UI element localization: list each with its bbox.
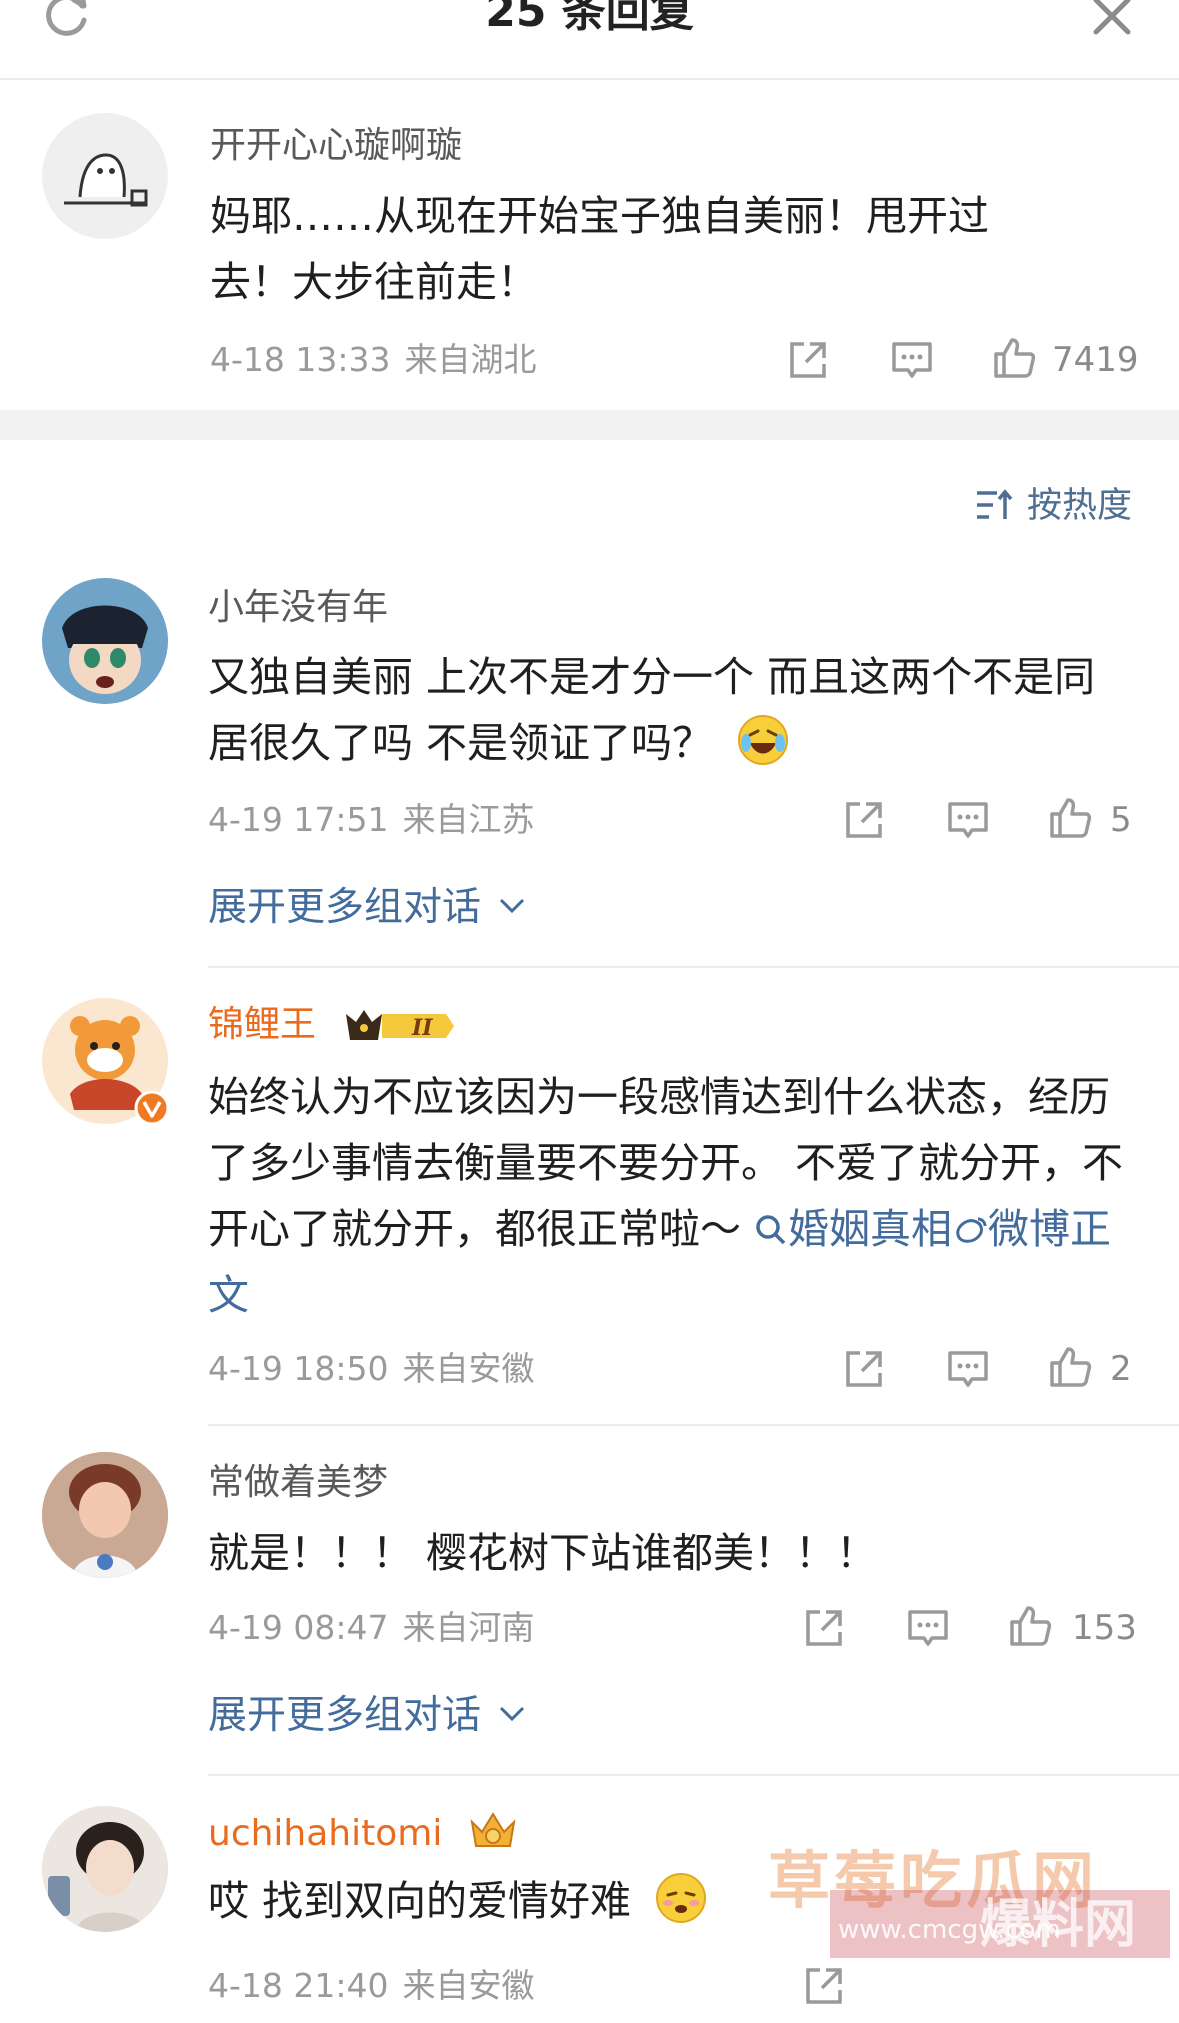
- expand-conversation-link[interactable]: 展开更多组对话: [208, 884, 527, 932]
- vip-level: II: [411, 1015, 433, 1041]
- share-icon[interactable]: [800, 1962, 848, 2010]
- like-count: 153: [1072, 1608, 1137, 1648]
- commenter-name[interactable]: 小年没有年: [208, 586, 388, 630]
- commenter-name[interactable]: uchihahitomi: [208, 1812, 442, 1856]
- share-icon[interactable]: [840, 1345, 888, 1393]
- topic-link[interactable]: 婚姻真相: [754, 1205, 952, 1253]
- comment-location: 来自江苏: [402, 800, 535, 839]
- comment-icon[interactable]: [944, 1345, 992, 1393]
- commenter-name[interactable]: 常做着美梦: [208, 1461, 388, 1505]
- commenter-name[interactable]: 开开心心璇啊璇: [210, 124, 462, 168]
- comment-location: 来自湖北: [404, 340, 537, 379]
- comment-time: 4-18 21:40: [208, 1966, 389, 2005]
- expand-conversation-link[interactable]: 展开更多组对话: [208, 1692, 527, 1740]
- divider: [208, 966, 1179, 968]
- share-icon[interactable]: [784, 336, 832, 384]
- comment-icon[interactable]: [888, 336, 936, 384]
- divider: [208, 1424, 1179, 1426]
- like-icon[interactable]: [990, 334, 1038, 382]
- comment-location: 来自安徽: [402, 1349, 535, 1388]
- comment-text-content: 又独自美丽 上次不是才分一个 而且这两个不是同居很久了吗 不是领证了吗？: [208, 653, 1096, 767]
- like-count: 2: [1110, 1349, 1132, 1389]
- comment-meta: 4-19 18:50 来自安徽: [208, 1349, 535, 1389]
- share-icon[interactable]: [840, 796, 888, 844]
- avatar-cartoon-icon: [62, 605, 148, 694]
- close-icon[interactable]: [1090, 0, 1134, 38]
- section-separator: [0, 410, 1179, 440]
- expand-label: 展开更多组对话: [208, 885, 482, 930]
- like-icon[interactable]: [1046, 1343, 1094, 1391]
- vip-crown-badge-icon: II: [346, 1010, 454, 1041]
- like-count: 7419: [1052, 340, 1139, 380]
- comment-icon[interactable]: [944, 796, 992, 844]
- crown-badge-icon: [470, 1812, 516, 1847]
- verified-badge-icon: [134, 1090, 170, 1126]
- like-icon[interactable]: [1046, 794, 1094, 842]
- avatar-drawing-icon: [64, 153, 148, 207]
- comment-time: 4-19 17:51: [208, 800, 389, 839]
- like-icon[interactable]: [1006, 1602, 1054, 1650]
- comment-text: 妈耶……从现在开始宝子独自美丽！甩开过去！大步往前走！: [210, 192, 989, 306]
- commenter-name[interactable]: 锦鲤王: [208, 1003, 316, 1047]
- comment-text: 始终认为不应该因为一段感情达到什么状态，经历了多少事情去衡量要不要分开。 不爱了…: [208, 1064, 1128, 1328]
- avatar[interactable]: [42, 1452, 168, 1578]
- page-title: 25 条回复: [485, 0, 694, 37]
- comment-text: 又独自美丽 上次不是才分一个 而且这两个不是同居很久了吗 不是领证了吗？: [208, 644, 1128, 776]
- search-icon: [756, 1215, 786, 1245]
- comment-location: 来自河南: [402, 1608, 535, 1647]
- comment-location: 来自安徽: [402, 1966, 535, 2005]
- sort-icon: [977, 489, 1013, 519]
- comment-meta: 4-19 17:51 来自江苏: [208, 800, 535, 840]
- avatar-photo-icon: [42, 1452, 168, 1578]
- watermark-url: www.cmcgw.com: [838, 1915, 1061, 1945]
- comment-meta: 4-18 21:40 来自安徽: [208, 1966, 535, 2006]
- like-count: 5: [1110, 800, 1132, 840]
- sort-label: 按热度: [1027, 486, 1133, 526]
- divider: [208, 1774, 1179, 1776]
- share-icon[interactable]: [800, 1604, 848, 1652]
- header-bar: 25 条回复: [0, 0, 1179, 78]
- sad-face-emoji-icon: [656, 1873, 707, 1923]
- comment-icon[interactable]: [904, 1604, 952, 1652]
- comment-time: 4-19 18:50: [208, 1349, 389, 1388]
- comment-time: 4-19 08:47: [208, 1608, 389, 1647]
- chevron-down-icon: [500, 1706, 525, 1722]
- avatar[interactable]: [42, 578, 168, 704]
- avatar-photo-icon: [42, 1806, 168, 1932]
- comment-text: 就是！！！ 樱花树下站谁都美！！！: [208, 1529, 878, 1577]
- comment-meta: 4-19 08:47 来自河南: [208, 1608, 535, 1648]
- comment-time: 4-18 13:33: [210, 340, 391, 379]
- expand-label: 展开更多组对话: [208, 1693, 482, 1738]
- sort-by-hot-button[interactable]: 按热度: [975, 482, 1132, 530]
- header-divider: [0, 78, 1179, 80]
- comment-meta: 4-18 13:33 来自湖北: [210, 340, 537, 380]
- comment-text-content: 哎 找到双向的爱情好难: [208, 1877, 632, 1925]
- topic-link-label: 婚姻真相: [788, 1205, 953, 1253]
- chevron-down-icon: [500, 898, 525, 914]
- avatar[interactable]: [42, 1806, 168, 1932]
- avatar[interactable]: [42, 113, 168, 239]
- weibo-icon: [956, 1217, 987, 1243]
- laugh-cry-emoji-icon: [738, 715, 789, 765]
